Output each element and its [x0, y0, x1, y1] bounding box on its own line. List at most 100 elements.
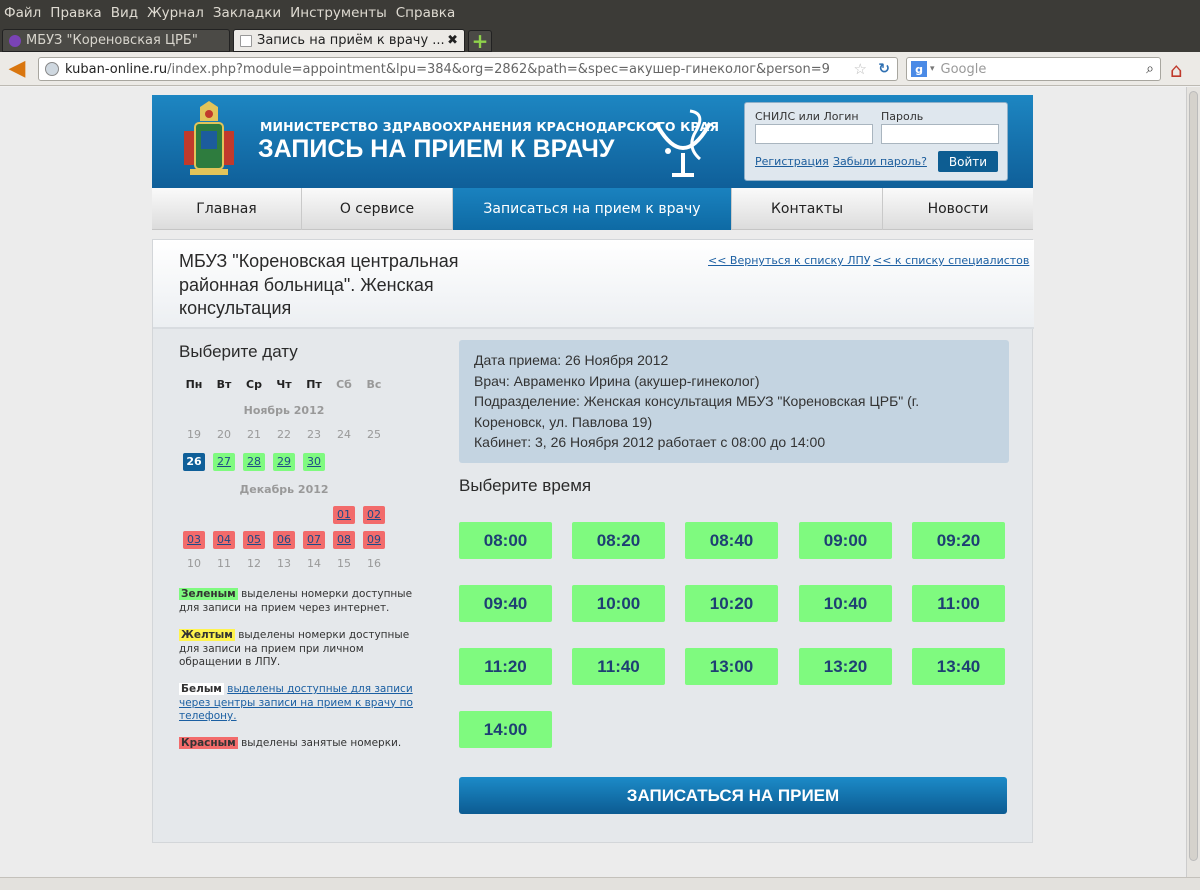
menu-edit[interactable]: Правка — [50, 5, 101, 21]
menu-bar: Файл Правка Вид Журнал Закладки Инструме… — [0, 0, 1200, 26]
calendar-day-busy[interactable]: 07 — [303, 531, 325, 549]
nav-about[interactable]: О сервисе — [302, 188, 453, 230]
calendar-day: 16 — [367, 557, 381, 570]
dow-thu: Чт — [276, 378, 292, 391]
dow-tue: Вт — [216, 378, 232, 391]
login-button[interactable]: Войти — [938, 151, 998, 172]
close-tab-icon[interactable]: ✖ — [447, 33, 458, 48]
calendar-day-busy[interactable]: 02 — [363, 506, 385, 524]
calendar-day-busy[interactable]: 08 — [333, 531, 355, 549]
coat-of-arms-icon — [184, 101, 234, 175]
forgot-password-link[interactable]: Забыли пароль? — [833, 155, 927, 168]
vertical-scrollbar[interactable] — [1186, 87, 1200, 877]
medical-bowl-icon — [654, 109, 712, 177]
calendar-day-busy[interactable]: 05 — [243, 531, 265, 549]
navigation-bar: ◀ kuban-online.ru/index.php?module=appoi… — [0, 52, 1200, 86]
dow-mon: Пн — [185, 378, 203, 391]
login-label: СНИЛС или Логин — [755, 110, 859, 123]
time-slot[interactable]: 10:40 — [799, 585, 892, 622]
legend-green: Зеленым выделены номерки доступные для з… — [179, 588, 429, 615]
time-slot[interactable]: 08:20 — [572, 522, 665, 559]
calendar-day: 13 — [277, 557, 291, 570]
time-slot[interactable]: 11:20 — [459, 648, 552, 685]
time-slot[interactable]: 11:40 — [572, 648, 665, 685]
time-slot[interactable]: 13:20 — [799, 648, 892, 685]
tab-label: Запись на приём к врачу ... — [257, 33, 445, 48]
back-to-lpu-link[interactable]: << Вернуться к списку ЛПУ — [708, 254, 870, 267]
calendar-day-available[interactable]: 29 — [273, 453, 295, 471]
dropdown-icon[interactable]: ▾ — [930, 64, 935, 74]
calendar-day-busy[interactable]: 01 — [333, 506, 355, 524]
menu-history[interactable]: Журнал — [147, 5, 204, 21]
calendar-day-busy[interactable]: 03 — [183, 531, 205, 549]
nav-news[interactable]: Новости — [883, 188, 1033, 230]
legend-red-tag: Красным — [179, 737, 238, 749]
tab-bar: МБУЗ "Кореновская ЦРБ" Запись на приём к… — [0, 26, 1200, 53]
page-icon — [240, 34, 252, 47]
tab-hospital[interactable]: МБУЗ "Кореновская ЦРБ" — [2, 29, 230, 52]
new-tab-button[interactable]: + — [468, 29, 492, 53]
bookmark-star-icon[interactable]: ☆ — [854, 60, 867, 78]
calendar-day-selected[interactable]: 26 — [183, 453, 205, 471]
calendar-day-available[interactable]: 30 — [303, 453, 325, 471]
login-input[interactable] — [755, 124, 873, 144]
main-nav: Главная О сервисе Записаться на прием к … — [152, 188, 1033, 230]
globe-icon — [45, 62, 59, 76]
book-appointment-button[interactable]: ЗАПИСАТЬСЯ НА ПРИЕМ — [459, 777, 1007, 814]
url-bar[interactable]: kuban-online.ru/index.php?module=appoint… — [38, 57, 898, 81]
info-date: Дата приема: 26 Ноября 2012 — [474, 352, 669, 368]
back-to-specialists-link[interactable]: << к списку специалистов — [873, 254, 1029, 267]
dow-fri: Пт — [306, 378, 322, 391]
legend-red-text: выделены занятые номерки. — [241, 737, 402, 749]
menu-file[interactable]: Файл — [4, 5, 41, 21]
search-placeholder: Google — [940, 61, 987, 77]
url-path: /index.php?module=appointment&lpu=384&or… — [167, 61, 830, 77]
time-slot[interactable]: 09:40 — [459, 585, 552, 622]
time-slot[interactable]: 08:40 — [685, 522, 778, 559]
site-title: ЗАПИСЬ НА ПРИЕМ К ВРАЧУ — [258, 135, 615, 163]
calendar-day: 24 — [337, 428, 351, 441]
time-slot[interactable]: 14:00 — [459, 711, 552, 748]
calendar-day-available[interactable]: 28 — [243, 453, 265, 471]
calendar-day: 25 — [367, 428, 381, 441]
time-slot[interactable]: 10:00 — [572, 585, 665, 622]
calendar-day-available[interactable]: 27 — [213, 453, 235, 471]
nav-home[interactable]: Главная — [152, 188, 302, 230]
search-box[interactable]: g ▾ Google ⌕ — [906, 57, 1161, 81]
calendar-day: 12 — [247, 557, 261, 570]
legend-green-tag: Зеленым — [179, 588, 238, 600]
calendar-day-busy[interactable]: 06 — [273, 531, 295, 549]
back-arrow-icon[interactable]: ◀ — [5, 56, 29, 81]
calendar-day: 20 — [217, 428, 231, 441]
legend-red: Красным выделены занятые номерки. — [179, 737, 429, 751]
time-section-title: Выберите время — [459, 476, 592, 495]
info-department: Подразделение: Женская консультация МБУЗ… — [474, 393, 920, 409]
nav-contacts[interactable]: Контакты — [732, 188, 883, 230]
home-icon[interactable]: ⌂ — [1170, 58, 1183, 82]
search-icon[interactable]: ⌕ — [1146, 61, 1154, 77]
password-input[interactable] — [881, 124, 999, 144]
time-slot[interactable]: 13:40 — [912, 648, 1005, 685]
menu-help[interactable]: Справка — [396, 5, 455, 21]
info-doctor: Врач: Авраменко Ирина (акушер-гинеколог) — [474, 372, 760, 389]
reload-icon[interactable]: ↻ — [878, 61, 890, 77]
google-icon: g — [911, 61, 927, 77]
time-slot[interactable]: 11:00 — [912, 585, 1005, 622]
scrollbar-thumb[interactable] — [1189, 91, 1198, 861]
menu-view[interactable]: Вид — [111, 5, 138, 21]
nav-appointment[interactable]: Записаться на прием к врачу — [453, 188, 732, 230]
tab-appointment[interactable]: Запись на приём к врачу ... ✖ — [233, 29, 465, 52]
time-slot[interactable]: 08:00 — [459, 522, 552, 559]
calendar-day-busy[interactable]: 04 — [213, 531, 235, 549]
menu-tools[interactable]: Инструменты — [290, 5, 387, 21]
time-slot[interactable]: 13:00 — [685, 648, 778, 685]
register-link[interactable]: Регистрация — [755, 155, 829, 168]
legend-white: Белым выделены доступные для записи чере… — [179, 683, 429, 724]
time-slot[interactable]: 09:00 — [799, 522, 892, 559]
time-slot[interactable]: 09:20 — [912, 522, 1005, 559]
info-department-address: Кореновск, ул. Павлова 19) — [474, 413, 653, 430]
tab-label: МБУЗ "Кореновская ЦРБ" — [26, 33, 198, 48]
calendar-day-busy[interactable]: 09 — [363, 531, 385, 549]
time-slot[interactable]: 10:20 — [685, 585, 778, 622]
menu-bookmarks[interactable]: Закладки — [213, 5, 281, 21]
